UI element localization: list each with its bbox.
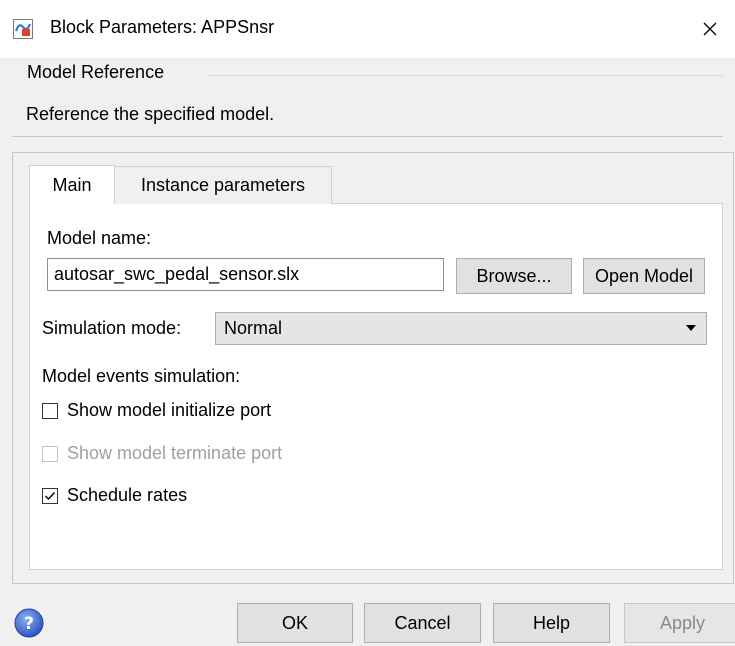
show-initialize-port-label: Show model initialize port bbox=[67, 400, 272, 420]
apply-button: Apply bbox=[624, 603, 735, 643]
group-title: Model Reference bbox=[27, 62, 169, 83]
model-name-input[interactable] bbox=[47, 258, 444, 291]
simulink-block-icon bbox=[13, 19, 33, 39]
checkmark-icon bbox=[45, 491, 56, 500]
block-description: Reference the specified model. bbox=[26, 104, 275, 124]
simulation-mode-label: Simulation mode: bbox=[42, 318, 182, 338]
tab-instance-parameters[interactable]: Instance parameters bbox=[114, 166, 332, 204]
simulation-mode-value: Normal bbox=[224, 318, 283, 338]
show-initialize-port-row[interactable]: Show model initialize port bbox=[42, 400, 271, 421]
schedule-rates-label: Schedule rates bbox=[67, 485, 188, 505]
schedule-rates-row[interactable]: Schedule rates bbox=[42, 485, 187, 506]
cancel-button[interactable]: Cancel bbox=[364, 603, 481, 643]
model-name-label: Model name: bbox=[47, 228, 152, 248]
svg-text:?: ? bbox=[24, 614, 34, 634]
open-model-button[interactable]: Open Model bbox=[583, 258, 705, 294]
dropdown-arrow-icon bbox=[686, 325, 696, 331]
model-events-label: Model events simulation: bbox=[42, 366, 241, 386]
tab-main[interactable]: Main bbox=[29, 165, 115, 204]
show-terminate-port-checkbox bbox=[42, 445, 58, 462]
show-terminate-port-label: Show model terminate port bbox=[67, 443, 283, 463]
help-button[interactable]: Help bbox=[493, 603, 610, 643]
close-icon bbox=[703, 22, 717, 36]
help-icon[interactable]: ? bbox=[14, 608, 44, 638]
group-divider bbox=[207, 75, 723, 76]
description-divider bbox=[12, 136, 723, 137]
tab-main-label: Main bbox=[52, 174, 92, 195]
schedule-rates-checkbox[interactable] bbox=[42, 487, 58, 504]
close-button[interactable] bbox=[685, 0, 735, 58]
window-title: Block Parameters: APPSnsr bbox=[50, 17, 275, 37]
simulation-mode-select[interactable]: Normal bbox=[215, 312, 707, 345]
show-terminate-port-row: Show model terminate port bbox=[42, 443, 282, 464]
ok-button[interactable]: OK bbox=[237, 603, 353, 643]
browse-button[interactable]: Browse... bbox=[456, 258, 572, 294]
title-bar: Block Parameters: APPSnsr bbox=[0, 0, 735, 58]
show-initialize-port-checkbox[interactable] bbox=[42, 402, 58, 419]
tab-instance-label: Instance parameters bbox=[140, 175, 306, 195]
